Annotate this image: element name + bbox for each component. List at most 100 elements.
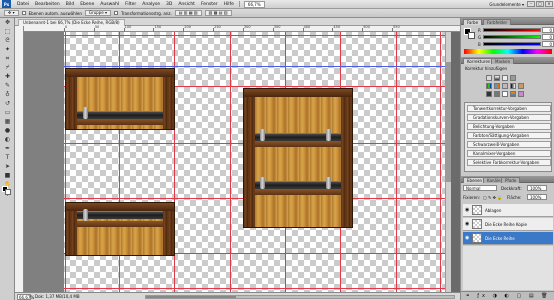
lock-icons[interactable]: ▢ ✎ ✥ 🔒	[483, 195, 502, 200]
blend-mode-select[interactable]: Normal	[463, 185, 497, 191]
menu-bearbeiten[interactable]: Bearbeiten	[32, 2, 63, 7]
zoom-level-select[interactable]: 66,7%	[243, 0, 265, 8]
crop-tool-icon[interactable]: ⌗	[2, 55, 13, 63]
align-buttons[interactable]: ▤ ▥ ▦ ▧	[174, 10, 202, 16]
move-tool-icon[interactable]: ✥	[2, 19, 13, 27]
menu-datei[interactable]: Datei	[14, 2, 32, 7]
red-value[interactable]: 0	[542, 27, 554, 33]
fill-field[interactable]: 100%	[527, 194, 547, 200]
photo-filter-icon[interactable]	[518, 83, 524, 89]
background-color-swatch[interactable]	[5, 189, 11, 195]
black-white-icon[interactable]	[510, 83, 516, 89]
gradient-map-icon[interactable]	[510, 91, 516, 97]
auto-select-label: Ebenen autom. auswählen	[28, 10, 82, 16]
show-transform-checkbox[interactable]	[113, 11, 118, 15]
green-slider[interactable]: G 0	[478, 34, 554, 40]
preset-item[interactable]: Kanalmixer-Vorgaben	[467, 150, 551, 157]
document-canvas[interactable]	[64, 32, 445, 292]
horizontal-scrollbar[interactable]	[145, 295, 455, 299]
panel-background-swatch[interactable]	[468, 32, 475, 39]
guide-horizontal[interactable]	[64, 35, 445, 36]
history-brush-tool-icon[interactable]: ↺	[2, 100, 13, 108]
visibility-eye-icon[interactable]: ◉	[465, 208, 470, 213]
layer-row[interactable]: ◉ Die Ecke Reihe Kopie	[463, 218, 553, 231]
red-slider[interactable]: R 0	[478, 27, 554, 33]
preset-item[interactable]: Farbton/Sättigung-Vorgaben	[467, 132, 551, 139]
tab-adjustments[interactable]: Korrekturen	[463, 58, 495, 64]
layers-footer-buttons[interactable]: ⚭ ƒx ◑ ◐ ▢ ▤ 🗑	[461, 291, 554, 300]
workspace-switcher[interactable]: Grundelemente ▾	[486, 2, 527, 7]
invert-icon[interactable]	[486, 91, 492, 97]
blue-slider[interactable]: B 0	[478, 41, 554, 47]
minimize-icon[interactable]: –	[527, 1, 535, 7]
healing-brush-tool-icon[interactable]: ✚	[2, 73, 13, 81]
ruler-tick-label: 200	[184, 25, 191, 29]
color-balance-icon[interactable]	[502, 83, 508, 89]
tab-swatches[interactable]: Farbfelder	[483, 19, 512, 25]
wooden-shelf-top-left	[65, 68, 175, 130]
color-spectrum-bar[interactable]	[464, 49, 552, 54]
path-selection-tool-icon[interactable]: ➤	[2, 163, 13, 171]
layer-row[interactable]: ◉ Ablagen	[463, 204, 553, 217]
guide-horizontal-blue[interactable]	[64, 66, 445, 67]
menu-fenster[interactable]: Fenster	[198, 2, 221, 7]
auto-select-target-dropdown[interactable]: Gruppe ▾	[84, 10, 111, 16]
preset-item[interactable]: Gradationskurven-Vorgaben	[467, 114, 551, 121]
zoom-field[interactable]: 66,67%	[17, 294, 34, 300]
curves-icon[interactable]	[502, 75, 508, 81]
pen-tool-icon[interactable]: ✒	[2, 145, 13, 153]
tab-masks[interactable]: Masken	[491, 58, 515, 64]
brightness-icon[interactable]	[486, 75, 492, 81]
menu-auswahl[interactable]: Auswahl	[97, 2, 122, 7]
lock-label: Fixieren:	[463, 195, 480, 200]
vibrance-icon[interactable]	[486, 83, 492, 89]
menu-hilfe[interactable]: Hilfe	[221, 2, 237, 7]
blue-value[interactable]: 0	[542, 41, 554, 47]
menu-analyse[interactable]: Analyse	[139, 2, 163, 7]
document-tab[interactable]: Unbenannt-1 bei 66,7% (Die Ecke Reihe, R…	[18, 19, 125, 26]
layer-row-selected[interactable]: ◉ Die Ecke Reihe	[463, 232, 553, 245]
posterize-icon[interactable]	[494, 91, 500, 97]
preset-item[interactable]: Belichtung-Vorgaben	[467, 123, 551, 130]
blur-tool-icon[interactable]: ●	[2, 127, 13, 135]
selective-color-icon[interactable]	[518, 91, 524, 97]
threshold-icon[interactable]	[502, 91, 508, 97]
shape-tool-icon[interactable]: ■	[2, 172, 13, 180]
visibility-eye-icon[interactable]: ◉	[465, 236, 470, 241]
menu-3d[interactable]: 3D	[163, 2, 175, 7]
close-icon[interactable]: ×	[545, 1, 553, 7]
eraser-tool-icon[interactable]: ▭	[2, 109, 13, 117]
layer-name: Ablagen	[485, 208, 502, 213]
type-tool-icon[interactable]: T	[2, 154, 13, 162]
maximize-icon[interactable]: □	[536, 1, 544, 7]
lasso-tool-icon[interactable]: ᘓ	[2, 37, 13, 45]
gradient-tool-icon[interactable]: ▦	[2, 118, 13, 126]
dodge-tool-icon[interactable]: ◐	[2, 136, 13, 144]
auto-select-checkbox[interactable]	[21, 11, 26, 15]
menu-ebene[interactable]: Ebene	[77, 2, 97, 7]
eyedropper-tool-icon[interactable]: ⌿	[2, 64, 13, 72]
distribute-buttons[interactable]: ▨ ▩ ▤ ▥	[204, 10, 232, 16]
exposure-icon[interactable]	[510, 75, 516, 81]
hue-saturation-icon[interactable]	[494, 83, 500, 89]
brush-tool-icon[interactable]: ✎	[2, 82, 13, 90]
levels-icon[interactable]	[494, 75, 500, 81]
marquee-tool-icon[interactable]: ⬚	[2, 28, 13, 36]
clone-stamp-tool-icon[interactable]: ♁	[2, 91, 13, 99]
visibility-eye-icon[interactable]: ◉	[465, 222, 470, 227]
opacity-field[interactable]: 100%	[527, 185, 547, 191]
preset-item[interactable]: Selektive Farbkorrektur-Vorgaben	[467, 159, 551, 166]
tab-color[interactable]: Farbe	[463, 19, 483, 25]
preset-item[interactable]: Schwarzweiß-Vorgaben	[467, 141, 551, 148]
menu-bild[interactable]: Bild	[63, 2, 77, 7]
green-value[interactable]: 0	[542, 34, 554, 40]
menu-filter[interactable]: Filter	[122, 2, 139, 7]
magic-wand-tool-icon[interactable]: ✦	[2, 46, 13, 54]
document-info[interactable]: Dok: 1,37 MB/10,4 MB	[35, 294, 80, 299]
move-tool-preset-icon[interactable]: ✥ ▾	[4, 10, 19, 16]
ruler-vertical[interactable]	[15, 26, 24, 292]
preset-item[interactable]: Tonwertkorrektur-Vorgaben	[467, 105, 551, 112]
vertical-scrollbar[interactable]	[445, 32, 451, 292]
menu-ansicht[interactable]: Ansicht	[175, 2, 198, 7]
guide-horizontal[interactable]	[64, 288, 445, 289]
